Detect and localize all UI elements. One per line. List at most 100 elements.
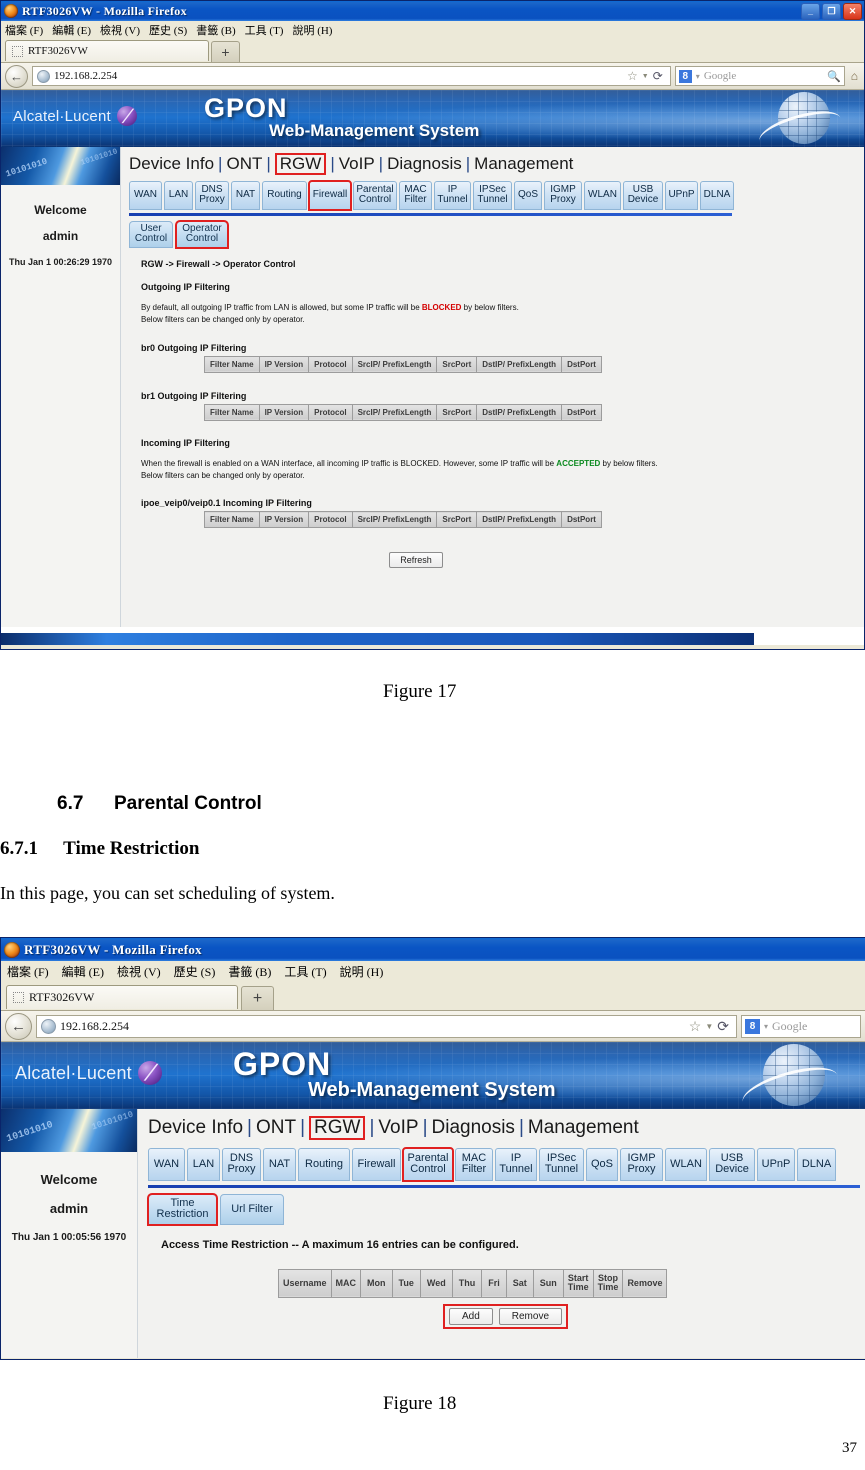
reload-icon[interactable]: ⟳	[653, 69, 663, 83]
nav-tab-qos[interactable]: QoS	[586, 1147, 618, 1181]
nav-tab-parental-control[interactable]: Parental Control	[353, 180, 397, 210]
nav-tab-ip-tunnel[interactable]: IP Tunnel	[434, 180, 471, 210]
top-nav-rgw[interactable]: RGW	[309, 1116, 366, 1140]
menu-item-help[interactable]: 說明 (H)	[292, 22, 332, 38]
minimize-icon[interactable]: _	[801, 3, 820, 20]
menu-item-help[interactable]: 說明 (H)	[340, 963, 384, 980]
maximize-icon[interactable]: ❐	[822, 3, 841, 20]
nav-tab-nat[interactable]: NAT	[263, 1147, 296, 1181]
url-bar[interactable]: 192.168.2.254 ☆ ▼ ⟳	[32, 66, 671, 86]
browser-tab[interactable]: RTF3026VW	[5, 40, 209, 61]
nav-tab-firewall[interactable]: Firewall	[352, 1147, 401, 1181]
nav-tab-mac-filter[interactable]: MAC Filter	[455, 1147, 493, 1181]
nav-tab-qos[interactable]: QoS	[514, 180, 542, 210]
new-tab-button[interactable]: +	[211, 41, 240, 62]
nav-tab-mac-filter[interactable]: MAC Filter	[399, 180, 432, 210]
reload-icon[interactable]: ⟳	[717, 1018, 729, 1035]
chevron-down-icon[interactable]: ▼	[705, 1022, 713, 1031]
home-icon[interactable]: ⌂	[849, 69, 860, 84]
nav-tab-firewall[interactable]: Firewall	[308, 179, 352, 211]
chevron-down-icon[interactable]: ▼	[642, 73, 649, 80]
nav-tab-nat[interactable]: NAT	[231, 180, 260, 210]
close-icon[interactable]: ✕	[843, 3, 862, 20]
nav-tab-wan[interactable]: WAN	[148, 1147, 185, 1181]
nav-tab-lan[interactable]: LAN	[164, 180, 193, 210]
bookmark-star-icon[interactable]: ☆	[627, 69, 638, 83]
nav-tab-label: Routing	[305, 1157, 343, 1170]
add-button[interactable]: Add	[448, 1307, 493, 1325]
menu-item-view[interactable]: 檢視 (V)	[117, 963, 161, 980]
nav-tab-igmp-proxy[interactable]: IGMP Proxy	[620, 1147, 663, 1181]
search-engine-icon[interactable]: 8	[745, 1018, 760, 1034]
menu-item-tools[interactable]: 工具 (T)	[245, 22, 284, 38]
sub-tab-operator-control[interactable]: Operator Control	[175, 219, 229, 249]
col-dstport: DstPort	[561, 403, 602, 421]
url-controls: ☆ ▼ ⟳	[689, 1018, 732, 1035]
bookmark-star-icon[interactable]: ☆	[689, 1018, 702, 1035]
top-nav-ont[interactable]: ONT	[256, 1117, 296, 1139]
new-tab-button[interactable]: +	[241, 986, 274, 1010]
nav-tab-ipsec-tunnel[interactable]: IPSec Tunnel	[539, 1147, 584, 1181]
nav-tab-usb-device[interactable]: USB Device	[709, 1147, 755, 1181]
sub-tab-url-filter[interactable]: Url Filter	[220, 1193, 284, 1225]
back-button[interactable]: ←	[5, 64, 28, 88]
top-nav-voip[interactable]: VoIP	[339, 154, 375, 174]
nav-tab-dlna[interactable]: DLNA	[700, 180, 734, 210]
nav-tab-wlan[interactable]: WLAN	[665, 1147, 707, 1181]
remove-button[interactable]: Remove	[498, 1307, 563, 1325]
menu-item-history[interactable]: 歷史 (S)	[174, 963, 216, 980]
search-input[interactable]: 8 ▾ Google 🔍	[674, 66, 845, 86]
menu-item-bookmarks[interactable]: 書籤 (B)	[228, 963, 271, 980]
top-nav-device-info[interactable]: Device Info	[129, 154, 214, 174]
top-nav-rgw[interactable]: RGW	[274, 153, 327, 175]
search-icon[interactable]: 🔍	[827, 70, 841, 83]
nav-tab-ip-tunnel[interactable]: IP Tunnel	[495, 1147, 537, 1181]
top-nav-diagnosis[interactable]: Diagnosis	[432, 1117, 515, 1139]
refresh-button[interactable]: Refresh	[389, 552, 443, 569]
search-input[interactable]: 8 ▾ Google	[741, 1014, 861, 1038]
top-nav-diagnosis[interactable]: Diagnosis	[387, 154, 462, 174]
nav-tab-dlna[interactable]: DLNA	[797, 1147, 836, 1181]
menu-item-edit[interactable]: 編輯 (E)	[52, 22, 91, 38]
menu-item-edit[interactable]: 編輯 (E)	[62, 963, 104, 980]
menu-item-file[interactable]: 檔案 (F)	[7, 963, 49, 980]
nav-tab-routing[interactable]: Routing	[262, 180, 307, 210]
nav-tab-igmp-proxy[interactable]: IGMP Proxy	[544, 180, 582, 210]
nav-tab-lan[interactable]: LAN	[187, 1147, 220, 1181]
nav-tab-dns-proxy[interactable]: DNS Proxy	[195, 180, 229, 210]
nav-tab-routing[interactable]: Routing	[298, 1147, 350, 1181]
back-button[interactable]: ←	[5, 1012, 32, 1040]
col-label: Username	[283, 1278, 327, 1289]
subsection-title: Time Restriction	[63, 838, 200, 859]
top-nav-ont[interactable]: ONT	[226, 154, 262, 174]
top-nav-management[interactable]: Management	[528, 1117, 639, 1139]
top-nav-management[interactable]: Management	[474, 154, 573, 174]
top-nav-device-info[interactable]: Device Info	[148, 1117, 243, 1139]
top-nav-voip[interactable]: VoIP	[378, 1117, 418, 1139]
nav-tab-upnp[interactable]: UPnP	[757, 1147, 795, 1181]
url-bar[interactable]: 192.168.2.254 ☆ ▼ ⟳	[36, 1014, 737, 1038]
search-engine-icon[interactable]: 8	[678, 69, 692, 83]
nav-tab-wan[interactable]: WAN	[129, 180, 162, 210]
menu-item-history[interactable]: 歷史 (S)	[149, 22, 187, 38]
nav-tab-wlan[interactable]: WLAN	[584, 180, 621, 210]
nav-tab-dns-proxy[interactable]: DNS Proxy	[222, 1147, 261, 1181]
menu-item-view[interactable]: 檢視 (V)	[100, 22, 140, 38]
menu-item-file[interactable]: 檔案 (F)	[5, 22, 43, 38]
menu-item-tools[interactable]: 工具 (T)	[284, 963, 326, 980]
browser-tab[interactable]: RTF3026VW	[6, 985, 238, 1009]
sub-tab-user-control[interactable]: User Control	[129, 220, 173, 248]
binary-decoration-2: 10101010	[79, 147, 119, 168]
nav-tab-parental-control[interactable]: Parental Control	[402, 1146, 454, 1182]
col-ip-version: IP Version	[258, 511, 310, 529]
action-button-group: Add Remove	[442, 1303, 569, 1329]
table-header-row: Username MAC Mon Tue Wed Thu Fri Sat Sun…	[278, 1268, 668, 1298]
nav-tab-ipsec-tunnel[interactable]: IPSec Tunnel	[473, 180, 512, 210]
nav-tab-usb-device[interactable]: USB Device	[623, 180, 663, 210]
sub-tab-time-restriction[interactable]: Time Restriction	[147, 1192, 218, 1226]
col-filter-name: Filter Name	[204, 355, 260, 373]
nav-tab-upnp[interactable]: UPnP	[665, 180, 698, 210]
menu-item-bookmarks[interactable]: 書籤 (B)	[196, 22, 235, 38]
col-tue: Tue	[391, 1268, 421, 1298]
sidebar-banner-image-2: 10101010 10101010	[1, 1109, 137, 1152]
